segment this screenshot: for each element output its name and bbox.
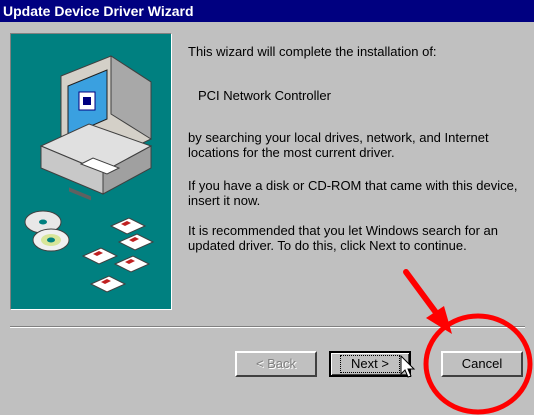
search-description: by searching your local drives, network,… [188, 130, 489, 160]
next-button-label: Next > [340, 355, 400, 373]
recommendation-text: It is recommended that you let Windows s… [188, 223, 498, 253]
computer-illustration-icon [24, 55, 155, 293]
disk-instruction: If you have a disk or CD-ROM that came w… [188, 178, 518, 208]
device-name: PCI Network Controller [198, 88, 331, 103]
next-button[interactable]: Next > [329, 351, 411, 377]
wizard-illustration [10, 33, 172, 310]
wizard-window: Update Device Driver Wizard This wizard … [0, 0, 534, 415]
cancel-button[interactable]: Cancel [441, 351, 523, 377]
mouse-pointer-icon [400, 355, 416, 378]
title-bar: Update Device Driver Wizard [0, 0, 534, 22]
window-title: Update Device Driver Wizard [3, 3, 194, 19]
intro-text: This wizard will complete the installati… [188, 44, 437, 59]
button-separator [10, 326, 525, 328]
back-button[interactable]: < Back [235, 351, 317, 377]
red-arrow-icon [403, 269, 452, 334]
